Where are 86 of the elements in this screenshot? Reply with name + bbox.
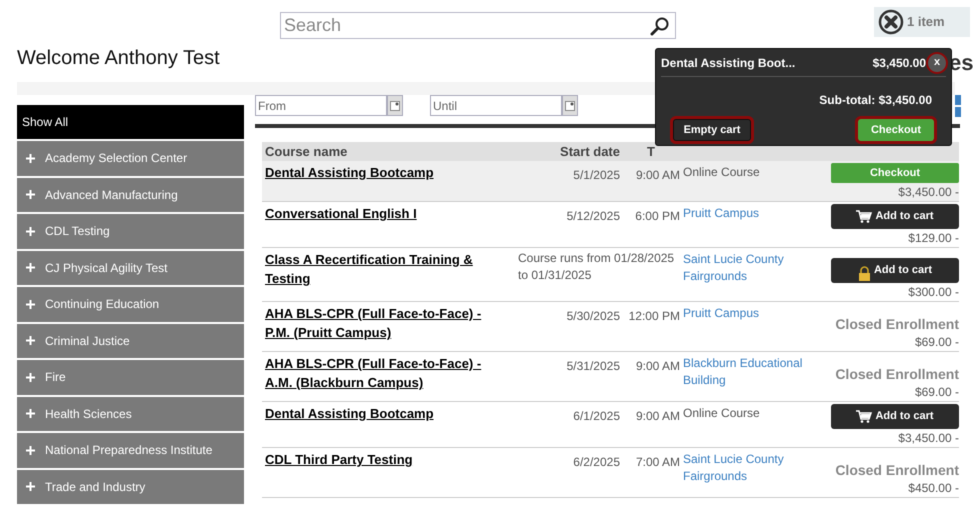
sidebar-item[interactable]: CDL Testing [17,214,244,248]
view-toggle-icon [955,95,961,117]
course-link[interactable]: Dental Assisting Bootcamp [265,404,508,423]
location-link[interactable]: Pruitt Campus [683,304,826,322]
from-date-field[interactable]: From [255,95,387,116]
location-link[interactable]: Pruitt Campus [683,204,826,222]
course-link[interactable]: AHA BLS-CPR (Full Face-to-Face) - P.M. (Pruitt Campus) [265,304,508,342]
sidebar-item[interactable]: Show All [17,105,244,139]
start-date: 6/1/2025 [572,408,620,425]
start-date: 5/1/2025 [572,167,620,184]
start-date: 5/30/2025 [566,308,620,325]
sidebar-item[interactable]: Advanced Manufacturing [17,178,244,212]
calendar-icon [390,100,400,110]
add-to-cart-button[interactable]: Add to cart [831,204,959,229]
sidebar-item[interactable]: National Preparedness Institute [17,433,244,468]
course-link[interactable]: CDL Third Party Testing [265,450,508,469]
start-time: 7:00 AM [634,454,681,471]
course-price: $69.00 - [914,334,959,350]
cart-item-name: Dental Assisting Boot... [661,54,796,72]
start-date: 5/31/2025 [566,358,620,375]
add-to-cart-button[interactable]: Add to cart [831,404,959,429]
date-range: Course runs from 01/28/2025 to 01/31/2025 [517,250,676,284]
course-price: $69.00 - [914,384,959,400]
enrollment-status: Closed Enrollment [835,315,959,333]
column-header: Start date [559,142,620,161]
plus-icon [26,372,35,382]
sidebar-item[interactable]: Criminal Justice [17,324,244,358]
course-price: $300.00 - [908,284,959,300]
plus-icon [26,300,35,309]
course-link[interactable]: Class A Recertification Training & Testing [265,250,508,288]
empty-cart-button[interactable]: Empty cart [673,119,751,141]
start-date: 5/12/2025 [566,208,620,225]
course-link[interactable]: Conversational English I [265,204,508,223]
plus-icon [26,446,35,455]
cart-icon [856,210,872,223]
start-time: 12:00 PM [628,308,681,325]
sidebar-item[interactable]: Trade and Industry [17,470,244,504]
plus-icon [26,226,35,236]
plus-icon [26,409,35,418]
course-price: $3,450.00 - [898,184,959,200]
plus-icon [26,482,35,492]
calendar-button[interactable] [562,95,578,116]
plus-icon [26,154,35,163]
sidebar-item[interactable]: Fire [17,360,244,394]
padlock-icon [858,266,871,281]
plus-icon [26,336,35,346]
sidebar-item[interactable]: Academy Selection Center [17,141,244,176]
enrollment-status: Closed Enrollment [835,365,959,383]
close-circle-icon [878,9,904,35]
cart-item-price: $3,450.00 [872,54,926,72]
column-header: Course name [264,142,348,161]
cart-subtotal: Sub-total: $3,450.00 [818,92,933,109]
until-date-field[interactable]: Until [430,95,562,116]
search-icon [650,16,670,36]
checkout-button[interactable]: Checkout [858,119,934,141]
course-price: $3,450.00 - [898,430,959,446]
location-text: Online Course [683,405,761,422]
search-field[interactable]: Search [280,12,676,39]
start-date: 6/2/2025 [572,454,620,471]
calendar-button[interactable] [387,95,403,116]
course-price: $129.00 - [908,230,959,246]
cart-button[interactable]: 1 item [874,7,970,37]
calendar-icon [565,100,575,110]
plus-icon [26,263,35,272]
sidebar-item[interactable]: Health Sciences [17,396,244,431]
remove-item-button[interactable]: x [928,54,946,72]
column-header: T [646,142,655,161]
location-link[interactable]: Saint Lucie County Fairgrounds [683,450,826,485]
add-to-cart-button[interactable]: Add to cart [831,258,959,283]
location-text: Online Course [683,164,761,181]
checkout-button[interactable]: Checkout [831,163,959,183]
sidebar-item[interactable]: Continuing Education [17,287,244,322]
cart-icon [856,410,872,423]
enrollment-status: Closed Enrollment [835,461,959,479]
course-link[interactable]: AHA BLS-CPR (Full Face-to-Face) - A.M. (Blackburn Campus) [265,354,508,392]
start-time: 9:00 AM [634,408,681,425]
location-link[interactable]: Saint Lucie County Fairgrounds [683,250,826,285]
start-time: 9:00 AM [634,358,681,375]
sidebar-item[interactable]: CJ Physical Agility Test [17,250,244,285]
plus-icon [26,190,35,200]
welcome-heading: Welcome Anthony Test [17,46,221,70]
start-time: 9:00 AM [634,167,681,184]
start-time: 6:00 PM [634,208,681,225]
course-price: $450.00 - [908,480,959,496]
course-link[interactable]: Dental Assisting Bootcamp [265,163,508,182]
location-link[interactable]: Blackburn Educational Building [683,354,826,389]
